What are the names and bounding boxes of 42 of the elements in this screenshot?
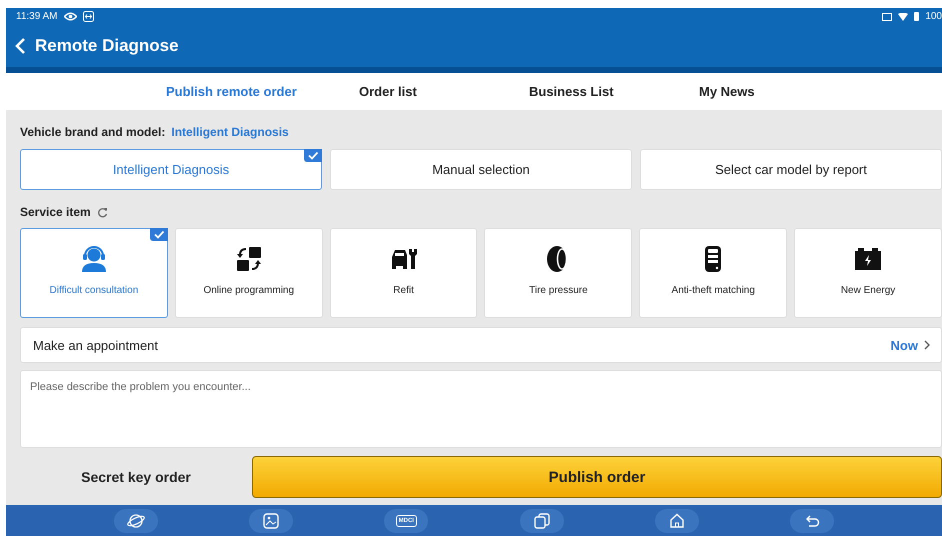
- battery-level: 100: [925, 11, 942, 22]
- eye-icon: [64, 12, 77, 21]
- check-icon: [150, 228, 168, 241]
- key-fob-icon: [704, 245, 722, 273]
- back-icon[interactable]: [15, 37, 26, 55]
- mode-option[interactable]: Select car model by report: [640, 149, 942, 190]
- headset-person-icon: [80, 245, 108, 273]
- tab[interactable]: My News: [699, 84, 869, 99]
- service-card[interactable]: Refit: [330, 228, 478, 318]
- swap-squares-icon: [236, 245, 262, 273]
- battery-bolt-icon: [854, 245, 882, 273]
- appointment-row[interactable]: Make an appointment Now: [20, 327, 942, 363]
- service-card[interactable]: Tire pressure: [484, 228, 632, 318]
- service-card[interactable]: Difficult consultation: [20, 228, 168, 318]
- tab[interactable]: Order list: [359, 84, 529, 99]
- gallery-icon[interactable]: [248, 508, 293, 532]
- home-icon[interactable]: [654, 508, 699, 532]
- secret-key-order-button[interactable]: Secret key order: [20, 468, 252, 486]
- remote-icon: [82, 11, 94, 22]
- battery-icon: [914, 12, 920, 21]
- tab[interactable]: Publish remote order: [164, 84, 359, 99]
- check-icon: [304, 149, 322, 162]
- service-label: Service item: [20, 205, 91, 219]
- cast-icon: [882, 12, 892, 20]
- back-arrow-icon[interactable]: [790, 508, 834, 532]
- chevron-icon: [924, 340, 931, 350]
- service-card[interactable]: Online programming: [174, 228, 323, 318]
- mode-option[interactable]: Intelligent Diagnosis: [20, 149, 322, 190]
- tab[interactable]: Business List: [529, 84, 699, 99]
- mode-option[interactable]: Manual selection: [330, 149, 632, 190]
- refresh-icon[interactable]: [96, 206, 108, 218]
- status-time: 11:39 AM: [16, 11, 58, 22]
- planet-icon[interactable]: [114, 508, 158, 532]
- page-title: Remote Diagnose: [35, 36, 179, 56]
- description-field[interactable]: Please describe the problem you encounter...: [20, 370, 942, 448]
- publish-order-button[interactable]: Publish order: [252, 456, 942, 498]
- vehicle-label: Vehicle brand and model:: [20, 125, 166, 139]
- wifi-icon: [898, 12, 908, 20]
- copy-icon[interactable]: [520, 508, 564, 532]
- service-card[interactable]: Anti-theft matching: [639, 228, 788, 318]
- service-card[interactable]: New Energy: [794, 228, 942, 318]
- vehicle-value: Intelligent Diagnosis: [171, 125, 289, 139]
